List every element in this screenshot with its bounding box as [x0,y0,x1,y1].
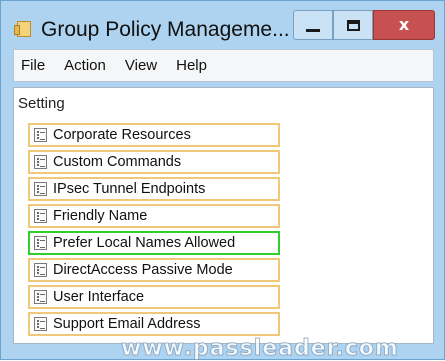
setting-icon [34,290,47,304]
setting-icon [34,182,47,196]
settings-list: Corporate Resources Custom Commands IPse… [28,123,280,339]
app-window: Group Policy Manageme... x File Action V… [0,0,445,361]
menu-file[interactable]: File [14,54,54,78]
menu-view[interactable]: View [115,54,166,78]
list-item-label: Support Email Address [53,316,201,332]
list-item-label: DirectAccess Passive Mode [53,262,233,278]
maximize-button[interactable] [333,10,373,40]
setting-icon [34,155,47,169]
list-item[interactable]: User Interface [28,285,280,309]
minimize-button[interactable] [293,10,333,40]
list-item-label: IPsec Tunnel Endpoints [53,181,206,197]
close-button[interactable]: x [373,10,435,40]
menu-action[interactable]: Action [54,54,115,78]
setting-icon [34,128,47,142]
list-item[interactable]: Support Email Address [28,312,280,336]
group-policy-app-icon [14,21,31,37]
menu-help[interactable]: Help [166,54,216,78]
list-item-label: Prefer Local Names Allowed [53,235,236,251]
setting-icon [34,209,47,223]
setting-icon [34,263,47,277]
column-header-setting[interactable]: Setting [14,88,433,119]
list-item[interactable]: Custom Commands [28,150,280,174]
close-icon: x [398,15,410,34]
menu-bar: File Action View Help [13,49,434,82]
title-bar[interactable]: Group Policy Manageme... x [1,1,444,47]
list-item-label: Corporate Resources [53,127,191,143]
setting-icon [34,317,47,331]
minimize-icon [306,28,320,32]
list-item-label: User Interface [53,289,145,305]
list-item[interactable]: IPsec Tunnel Endpoints [28,177,280,201]
list-item-label: Friendly Name [53,208,148,224]
list-item[interactable]: Friendly Name [28,204,280,228]
list-item-label: Custom Commands [53,154,182,170]
window-title: Group Policy Manageme... [41,18,290,41]
list-item[interactable]: Corporate Resources [28,123,280,147]
maximize-icon [346,19,360,31]
settings-list-pane: Setting Corporate Resources Custom Comma… [13,87,434,344]
watermark: www.passleader.com [121,337,399,361]
setting-icon [34,236,47,250]
list-item[interactable]: DirectAccess Passive Mode [28,258,280,282]
list-item-selected[interactable]: Prefer Local Names Allowed [28,231,280,255]
